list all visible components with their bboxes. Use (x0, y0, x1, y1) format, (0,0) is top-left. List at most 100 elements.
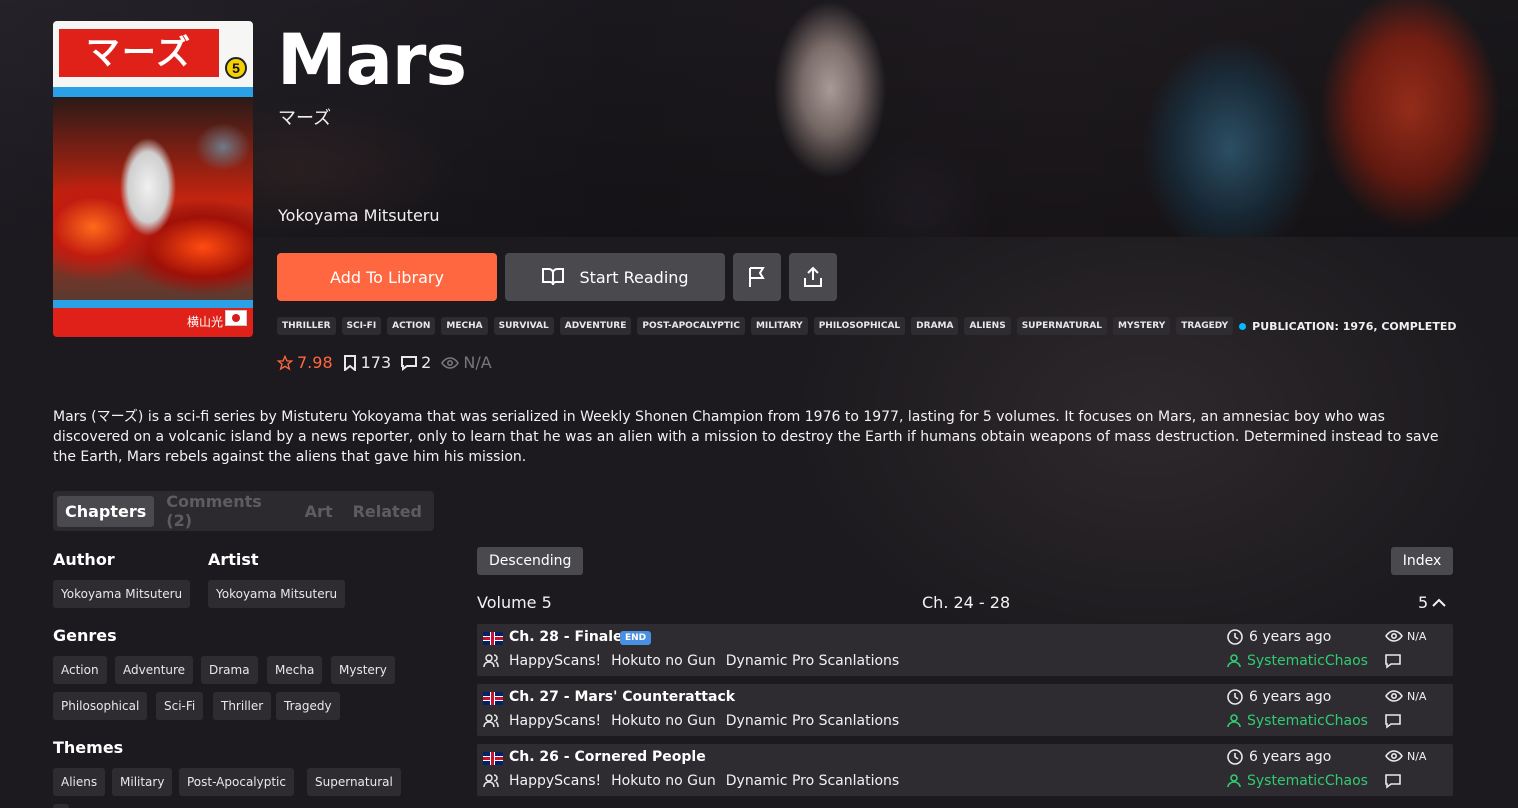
volume-count: 5 (1418, 593, 1429, 612)
genre-chip[interactable]: Tragedy (276, 692, 340, 720)
tag-action[interactable]: ACTION (387, 317, 436, 335)
group-link[interactable]: HappyScans! (509, 713, 601, 729)
publication-label: PUBLICATION: 1976, COMPLETED (1252, 319, 1457, 333)
start-reading-button[interactable]: Start Reading (505, 253, 725, 301)
genre-chip[interactable]: Philosophical (53, 692, 148, 720)
tag-tragedy[interactable]: TRAGEDY (1176, 317, 1234, 335)
tag-philosophical[interactable]: PHILOSOPHICAL (813, 317, 906, 335)
group-link[interactable]: Dynamic Pro Scanlations (726, 653, 899, 669)
uploader[interactable]: SystematicChaos (1227, 773, 1392, 789)
star-icon (277, 354, 293, 371)
uk-flag-icon (483, 692, 503, 705)
uploader[interactable]: SystematicChaos (1227, 653, 1392, 669)
user-icon (1227, 714, 1241, 728)
add-to-library-button[interactable]: Add To Library (277, 253, 497, 301)
views-text: N/A (1407, 629, 1427, 643)
index-button[interactable]: Index (1391, 547, 1453, 575)
scanlation-groups: HappyScans! Hokuto no Gun Dynamic Pro Sc… (483, 653, 899, 669)
comments-value: 2 (421, 353, 432, 372)
group-link[interactable]: Dynamic Pro Scanlations (726, 773, 899, 789)
uk-flag-icon (483, 752, 503, 765)
tag-mecha[interactable]: MECHA (441, 317, 488, 335)
volume-toggle[interactable]: 5 (1418, 593, 1446, 612)
group-icon (483, 654, 499, 668)
group-link[interactable]: Hokuto no Gun (611, 713, 716, 729)
publication-status: PUBLICATION: 1976, COMPLETED (1239, 320, 1456, 333)
tab-chapters[interactable]: Chapters (57, 495, 155, 527)
group-link[interactable]: HappyScans! (509, 773, 601, 789)
cover-image[interactable]: マーズ 5 横山光 (53, 21, 253, 337)
page-title: Mars (277, 19, 467, 101)
genre-chip[interactable]: Mystery (331, 656, 395, 684)
tag-drama[interactable]: DRAMA (911, 317, 959, 335)
tag-mystery[interactable]: MYSTERY (1113, 317, 1171, 335)
chapter-row[interactable]: Ch. 27 - Mars' Counterattack HappyScans!… (477, 684, 1453, 736)
comment-icon[interactable] (1385, 713, 1401, 729)
tag-post-apocalyptic[interactable]: POST-APOCALYPTIC (637, 317, 745, 335)
chevron-up-icon (1432, 598, 1446, 608)
genre-chip[interactable]: Adventure (115, 656, 194, 684)
sort-order-button[interactable]: Descending (477, 547, 584, 575)
artist-chip[interactable]: Yokoyama Mitsuteru (208, 580, 346, 608)
tag-supernatural[interactable]: SUPERNATURAL (1016, 317, 1108, 335)
views-text: N/A (1407, 689, 1427, 703)
tab-comments[interactable]: Comments (2) (158, 486, 292, 536)
uploader-name: SystematicChaos (1247, 653, 1368, 669)
author-link[interactable]: Yokoyama Mitsuteru (278, 206, 440, 225)
tag-aliens[interactable]: ALIENS (964, 317, 1011, 335)
tag-thriller[interactable]: THRILLER (277, 317, 336, 335)
user-icon (1227, 654, 1241, 668)
eye-icon (441, 356, 460, 370)
tag-survival[interactable]: SURVIVAL (493, 317, 554, 335)
status-dot-icon (1239, 322, 1247, 330)
share-button[interactable] (789, 253, 837, 301)
theme-chip[interactable]: Post-Apocalyptic (179, 768, 294, 796)
group-link[interactable]: Hokuto no Gun (611, 653, 716, 669)
group-link[interactable]: Dynamic Pro Scanlations (726, 713, 899, 729)
tab-bar: Chapters Comments (2) Art Related (53, 491, 434, 531)
cover-stripe (53, 87, 253, 97)
theme-chip[interactable]: Military (112, 768, 173, 796)
clock-icon (1227, 629, 1243, 645)
chapter-row[interactable]: Ch. 28 - Finale END HappyScans! Hokuto n… (477, 624, 1453, 676)
genre-chip[interactable]: Thriller (213, 692, 272, 720)
themes-heading: Themes (53, 738, 124, 757)
chapter-title[interactable]: Ch. 28 - Finale (509, 629, 623, 645)
tag-sci-fi[interactable]: SCI-FI (341, 317, 382, 335)
author-chip[interactable]: Yokoyama Mitsuteru (53, 580, 191, 608)
comment-icon[interactable] (1385, 773, 1401, 789)
group-link[interactable]: Hokuto no Gun (611, 773, 716, 789)
comments-stat[interactable]: 2 (401, 353, 431, 372)
artist-heading: Artist (208, 550, 259, 569)
genres-heading: Genres (53, 626, 117, 645)
chapter-title[interactable]: Ch. 27 - Mars' Counterattack (509, 689, 735, 705)
genre-chip[interactable]: Drama (201, 656, 258, 684)
book-icon (541, 267, 565, 287)
group-link[interactable]: HappyScans! (509, 653, 601, 669)
rating-value: 7.98 (297, 353, 333, 372)
stats-bar: 7.98 173 2 N/A (277, 353, 492, 372)
bookmark-icon (343, 354, 357, 371)
views-stat: N/A (441, 353, 492, 372)
chapter-time: 6 years ago (1227, 629, 1331, 645)
start-reading-label: Start Reading (579, 267, 689, 287)
eye-icon (1385, 749, 1403, 763)
tab-related[interactable]: Related (345, 496, 430, 527)
genre-chip[interactable]: Action (53, 656, 107, 684)
genre-chip[interactable]: Sci-Fi (156, 692, 204, 720)
theme-chip[interactable] (53, 804, 69, 808)
time-text: 6 years ago (1249, 689, 1332, 705)
genre-chip[interactable]: Mecha (267, 656, 323, 684)
tab-art[interactable]: Art (297, 496, 341, 527)
chapter-title[interactable]: Ch. 26 - Cornered People (509, 749, 706, 765)
tag-adventure[interactable]: ADVENTURE (559, 317, 632, 335)
time-text: 6 years ago (1249, 749, 1332, 765)
tag-military[interactable]: MILITARY (750, 317, 808, 335)
theme-chip[interactable]: Supernatural (307, 768, 401, 796)
uploader[interactable]: SystematicChaos (1227, 713, 1392, 729)
chapter-row[interactable]: Ch. 26 - Cornered People HappyScans! Hok… (477, 744, 1453, 796)
rating-stat[interactable]: 7.98 (277, 353, 333, 372)
comment-icon[interactable] (1385, 653, 1401, 669)
theme-chip[interactable]: Aliens (53, 768, 106, 796)
report-button[interactable] (733, 253, 781, 301)
